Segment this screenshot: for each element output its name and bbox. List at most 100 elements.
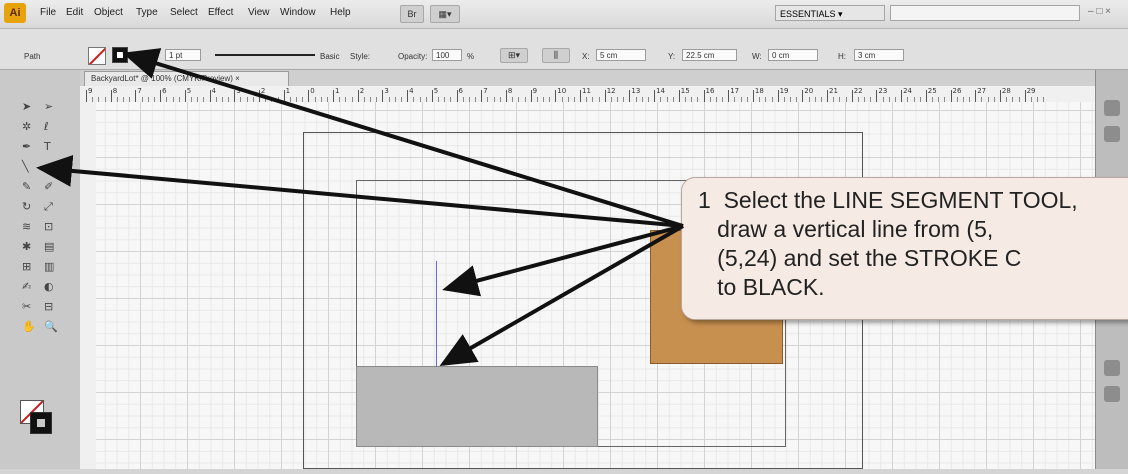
ruler-tick bbox=[678, 90, 680, 102]
ruler-label: 2 bbox=[359, 87, 365, 95]
menu-window[interactable]: Window bbox=[280, 7, 316, 18]
grey-rectangle[interactable] bbox=[356, 366, 598, 447]
ruler-label: 3 bbox=[384, 87, 389, 95]
tools-panel: ➤ ➢ ✲ ℓ ✒ T ╲ ▭ ✎ ✐ ↻ ⤢ ≋ ⊡ ✱ ▤ ⊞ ▥ ✍ ◐ ✂ ⊟ ✋ 🔍 bbox=[0, 70, 81, 469]
menu-edit[interactable]: Edit bbox=[66, 7, 83, 18]
lasso-icon: ℓ bbox=[43, 120, 49, 133]
ruler-tick bbox=[851, 90, 853, 102]
y-label: Y: bbox=[668, 52, 676, 61]
ruler-tick bbox=[604, 90, 606, 102]
gradient-icon: ▥ bbox=[44, 260, 54, 273]
ruler-tick bbox=[802, 90, 804, 102]
ruler-label: 1 bbox=[335, 87, 340, 95]
ruler-tick bbox=[160, 90, 162, 102]
window-controls[interactable]: – □ × bbox=[1088, 6, 1111, 17]
ruler-tick bbox=[555, 90, 557, 102]
artboard-tool-icon: ⊟ bbox=[44, 300, 53, 313]
ruler-tick bbox=[629, 90, 631, 102]
y-field[interactable]: 22.5 cm bbox=[682, 49, 737, 61]
horizontal-ruler[interactable]: 9 8 7 6 5 4 3 2 1 0 1 2 3 4 5 6 7 8 9 10 11 12 13 14 15 16 17 18 19 2… bbox=[80, 86, 1095, 103]
color-guide-icon[interactable] bbox=[1104, 126, 1120, 142]
ruler-tick bbox=[654, 90, 656, 102]
mesh-icon: ⊞ bbox=[22, 260, 31, 273]
arrange-documents-button[interactable]: ▦▾ bbox=[430, 5, 460, 23]
vertical-line-segment[interactable] bbox=[436, 261, 437, 367]
ruler-label: 6 bbox=[162, 87, 167, 95]
warp-icon: ≋ bbox=[22, 220, 31, 233]
menu-object[interactable]: Object bbox=[94, 7, 123, 18]
ruler-label: 8 bbox=[507, 87, 513, 95]
type-tool-icon: T bbox=[43, 140, 51, 153]
appearance-panel-icon[interactable] bbox=[1104, 360, 1120, 376]
instruction-callout: 1 Select the LINE SEGMENT TOOL, draw a v… bbox=[681, 177, 1128, 320]
ruler-label: 13 bbox=[631, 87, 641, 95]
menu-view[interactable]: View bbox=[248, 7, 270, 18]
help-search-input[interactable] bbox=[890, 5, 1080, 21]
profile-label[interactable]: Basic bbox=[320, 52, 340, 61]
menu-file[interactable]: File bbox=[40, 7, 56, 18]
ruler-tick bbox=[752, 90, 754, 102]
h-label: H: bbox=[838, 52, 846, 61]
object-type-label: Path bbox=[24, 52, 41, 61]
style-label[interactable]: Style: bbox=[350, 52, 370, 61]
ruler-tick bbox=[283, 90, 285, 102]
opacity-field[interactable]: 100 bbox=[432, 49, 462, 61]
color-panel-icon[interactable] bbox=[1104, 100, 1120, 116]
ruler-tick bbox=[901, 90, 903, 102]
layers-panel-icon[interactable] bbox=[1104, 386, 1120, 402]
ruler-tick bbox=[135, 90, 137, 102]
ruler-tick bbox=[1024, 90, 1026, 102]
line-segment-tool-icon: ╲ bbox=[21, 159, 30, 173]
ruler-tick bbox=[876, 90, 878, 102]
document-tab[interactable]: BackyardLot* @ 100% (CMYK/Preview) × bbox=[84, 71, 289, 86]
ruler-tick bbox=[925, 90, 927, 102]
hand-icon: ✋ bbox=[22, 320, 36, 333]
ruler-label: 8 bbox=[112, 87, 118, 95]
magic-wand-icon: ✲ bbox=[22, 120, 31, 133]
ruler-tick bbox=[999, 90, 1001, 102]
w-field[interactable]: 0 cm bbox=[768, 49, 818, 61]
opacity-label: Opacity: bbox=[398, 52, 428, 61]
ruler-label: 15 bbox=[680, 87, 690, 95]
ruler-label: 9 bbox=[532, 87, 538, 95]
ruler-label: 25 bbox=[927, 87, 937, 95]
rectangle-tool-icon: ▭ bbox=[44, 160, 54, 173]
x-field[interactable]: 5 cm bbox=[596, 49, 646, 61]
pen-tool-icon: ✒ bbox=[22, 140, 31, 153]
menu-type[interactable]: Type bbox=[136, 7, 158, 18]
selection-tool-icon: ➤ bbox=[22, 100, 31, 113]
ruler-tick bbox=[481, 90, 483, 102]
ruler-label: 27 bbox=[977, 87, 987, 95]
blend-icon: ◐ bbox=[44, 280, 54, 293]
ruler-tick bbox=[703, 90, 705, 102]
workspace-switcher[interactable]: ESSENTIALS ▾ bbox=[775, 5, 885, 21]
bridge-button[interactable]: Br bbox=[400, 5, 424, 23]
ruler-label: 16 bbox=[705, 87, 715, 95]
scale-icon: ⤢ bbox=[44, 200, 53, 213]
ruler-label: 14 bbox=[656, 87, 666, 95]
stroke-swatch[interactable] bbox=[112, 47, 128, 63]
menu-help[interactable]: Help bbox=[330, 7, 351, 18]
toolbox-stroke-swatch[interactable] bbox=[30, 412, 52, 434]
vertical-ruler[interactable] bbox=[80, 102, 97, 469]
h-field[interactable]: 3 cm bbox=[854, 49, 904, 61]
align-button[interactable]: ⫼ bbox=[542, 48, 570, 63]
ruler-tick bbox=[827, 90, 828, 102]
stroke-profile-line bbox=[215, 54, 315, 56]
stroke-weight-field[interactable]: 1 pt bbox=[165, 49, 201, 61]
paintbrush-icon: ✎ bbox=[22, 180, 31, 193]
zoom-icon: 🔍 bbox=[44, 319, 58, 333]
menu-select[interactable]: Select bbox=[170, 7, 198, 18]
graph-tool-icon: ▤ bbox=[44, 240, 54, 253]
pencil-icon: ✐ bbox=[44, 180, 53, 193]
ruler-label: 28 bbox=[1001, 87, 1011, 95]
ruler-tick bbox=[357, 90, 359, 102]
ruler-tick bbox=[580, 90, 581, 102]
recolor-button[interactable]: ⊞▾ bbox=[500, 48, 528, 63]
direct-selection-icon: ➢ bbox=[44, 100, 53, 113]
ruler-tick bbox=[950, 90, 952, 102]
menu-effect[interactable]: Effect bbox=[208, 7, 233, 18]
ruler-tick bbox=[975, 90, 977, 102]
ruler-label: 3 bbox=[236, 87, 241, 95]
fill-swatch[interactable] bbox=[88, 47, 106, 65]
